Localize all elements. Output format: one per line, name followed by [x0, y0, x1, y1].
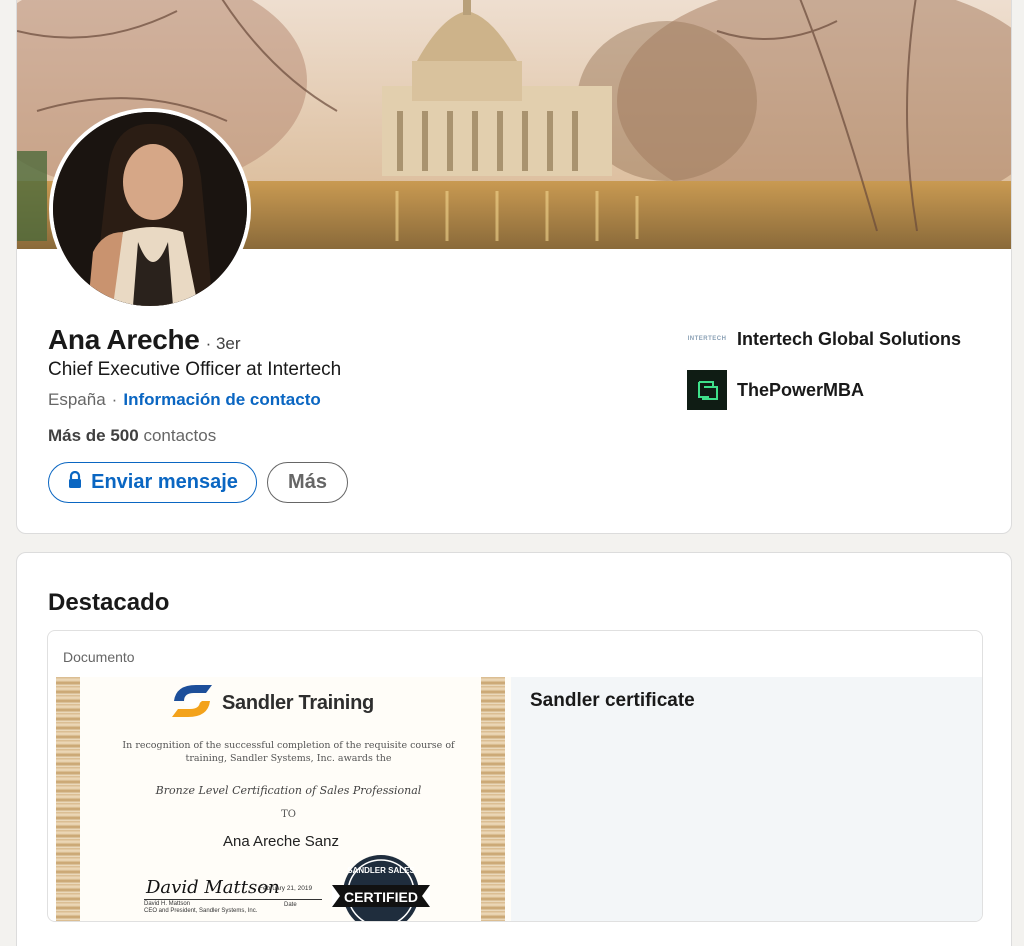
certificate-date: February 21, 2019: [259, 885, 313, 892]
certificate-level-text: Bronze Level Certification of Sales Prof…: [155, 784, 422, 797]
certificate-recognition-text: In recognition of the successful complet…: [122, 740, 455, 764]
featured-title: Destacado: [48, 589, 170, 616]
contact-info-link[interactable]: Información de contacto: [123, 390, 320, 410]
seal-top-text: SANDLER SALES: [347, 866, 415, 875]
company-intertech[interactable]: INTERTECH Intertech Global Solutions: [687, 319, 961, 359]
sandler-logo: Sandler Training: [166, 679, 374, 728]
document-type-label: Documento: [63, 649, 135, 665]
connections-count[interactable]: Más de 500 contactos: [48, 426, 216, 446]
company-thepowermba[interactable]: ThePowerMBA: [687, 370, 864, 410]
connections-label: contactos: [143, 426, 217, 445]
intertech-logo-icon: INTERTECH: [687, 319, 727, 359]
sandler-brand-text: Sandler Training: [222, 692, 374, 714]
lock-icon: [67, 470, 83, 495]
certificate-recipient: Ana Areche Sanz: [223, 833, 339, 850]
certificate-border-right: [481, 677, 505, 921]
sandler-s-icon: [166, 679, 218, 728]
send-message-button[interactable]: Enviar mensaje: [48, 462, 257, 503]
document-thumbnail[interactable]: Sandler Training In recognition of the s…: [56, 677, 511, 921]
connection-degree: · 3er: [205, 334, 241, 353]
name-row: Ana Areche · 3er: [48, 324, 241, 356]
profile-name: Ana Areche: [48, 324, 200, 355]
certified-seal-icon: SANDLER SALES CERTIFIED: [332, 853, 430, 921]
featured-section: Destacado Documento Sandler Training In …: [16, 552, 1012, 946]
company-name: ThePowerMBA: [737, 379, 865, 400]
separator-dot: ·: [111, 390, 118, 409]
profile-card: Ana Areche · 3er Chief Executive Officer…: [16, 0, 1012, 534]
profile-headline: Chief Executive Officer at Intertech: [48, 359, 342, 380]
document-info-panel[interactable]: Sandler certificate: [511, 677, 982, 921]
company-name: Intertech Global Solutions: [737, 328, 962, 349]
signer-info: David H. Mattson CEO and President, Sand…: [144, 901, 257, 915]
signature-line: [144, 899, 322, 900]
more-button[interactable]: Más: [267, 462, 348, 503]
certificate-to-text: TO: [281, 809, 296, 820]
more-label: Más: [288, 471, 327, 493]
send-message-label: Enviar mensaje: [91, 471, 238, 493]
profile-avatar[interactable]: [49, 108, 251, 310]
certificate-date-label: Date: [284, 902, 297, 908]
connections-bold: Más de 500: [48, 426, 139, 445]
signer-name: David H. Mattson: [144, 901, 191, 907]
thepowermba-logo-icon: [687, 370, 727, 410]
document-title: Sandler certificate: [530, 690, 695, 711]
signer-title: CEO and President, Sandler Systems, Inc.: [144, 908, 258, 914]
seal-main-text: CERTIFIED: [344, 889, 418, 905]
featured-document[interactable]: Documento Sandler Training In recognitio…: [47, 630, 983, 922]
certificate-border-left: [56, 677, 80, 921]
profile-location: España: [48, 390, 106, 409]
intertech-logo-text: INTERTECH: [687, 336, 727, 342]
location-row: España · Información de contacto: [48, 390, 321, 410]
